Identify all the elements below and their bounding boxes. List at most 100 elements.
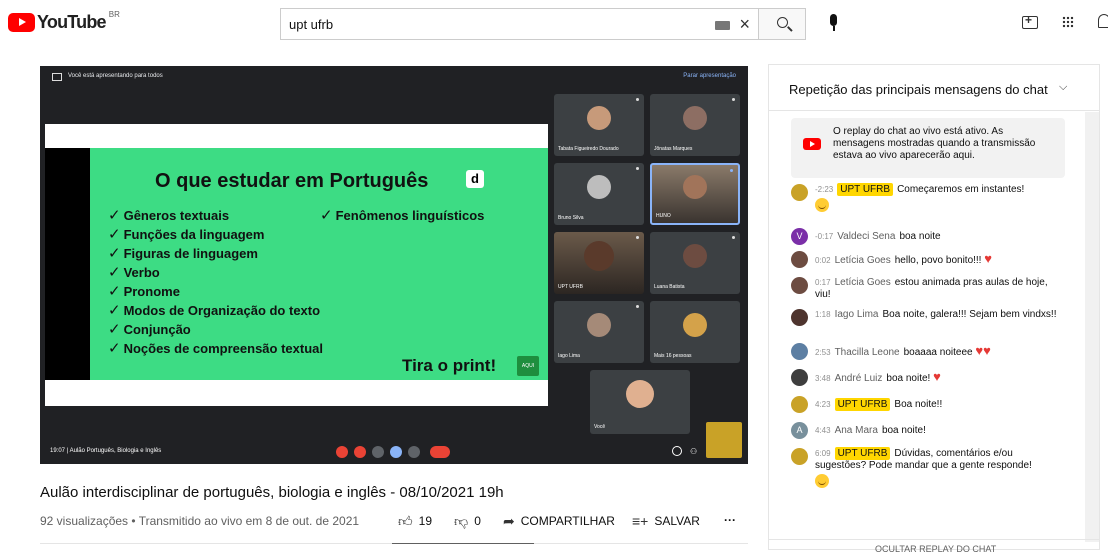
search-query[interactable]: upt ufrb — [289, 17, 333, 32]
participant-avatar — [683, 175, 707, 200]
meet-top-bar: Você está apresentando para todos Parar … — [40, 66, 748, 88]
tile-menu-icon — [636, 98, 639, 101]
slide-d-badge: d — [466, 170, 484, 188]
slide-corner-badge: AQUI — [517, 356, 539, 376]
slide-topic: ✓ Pronome — [108, 283, 180, 300]
message-timestamp: 4:43 — [815, 426, 831, 435]
participant-avatar — [587, 312, 611, 337]
participant-avatar — [584, 240, 614, 271]
tile-menu-icon — [636, 305, 639, 308]
chat-message: 6:09 UPT UFRB Dúvidas, comentários e/ou su… — [791, 447, 1063, 488]
participant-name: UPT UFRB — [558, 284, 583, 290]
chat-message: 0:02 Letícia Goes hello, povo bonito!!! ♥ — [791, 251, 1063, 268]
message-timestamp: 3:48 — [815, 374, 831, 383]
participant-avatar — [683, 105, 707, 130]
apps-icon[interactable] — [1062, 16, 1074, 28]
thumbs-down-icon: 👎︎ — [454, 513, 469, 529]
search-icon — [777, 17, 788, 28]
mic-icon — [830, 14, 837, 26]
chat-header[interactable]: Repetição das principais mensagens do ch… — [769, 65, 1099, 111]
participant-name: Tabata Figueiredo Dourado — [558, 146, 619, 152]
participant-name: HUNO — [656, 213, 671, 219]
tile-menu-icon — [636, 236, 639, 239]
video-player[interactable]: Você está apresentando para todos Parar … — [40, 66, 748, 464]
video-meta: 92 visualizações • Transmitido ao vivo e… — [40, 514, 360, 528]
message-timestamp: 4:23 — [815, 400, 831, 409]
save-button[interactable]: ≡+ SALVAR — [632, 513, 700, 529]
sentiment-bar — [40, 543, 748, 544]
heart-emoji-icon: ♥ — [933, 369, 941, 384]
slide-topic: ✓ Gêneros textuais — [108, 207, 230, 224]
slide-white-band — [45, 124, 548, 148]
share-button[interactable]: ➦ COMPARTILHAR — [503, 513, 615, 530]
message-text: Boa noite, galera!!! Sejam bem vindxs!! — [882, 309, 1057, 320]
slide-title: O que estudar em Português — [155, 170, 429, 192]
slide-topic: ✓ Fenômenos linguísticos — [320, 207, 485, 224]
presentation-slide: O que estudar em Português d ✓ Gêneros te… — [90, 148, 548, 380]
presenting-text: Você está apresentando para todos — [68, 73, 163, 79]
search-button[interactable] — [758, 8, 806, 40]
hide-chat-replay-button[interactable]: OCULTAR REPLAY DO CHAT — [875, 544, 996, 554]
participant-tile-more: Mais 16 pessoas — [650, 301, 740, 363]
more-options-icon — [408, 446, 420, 458]
youtube-logo[interactable]: YouTube BR — [8, 10, 120, 33]
participant-name: Mais 16 pessoas — [654, 353, 692, 359]
country-code: BR — [108, 10, 120, 19]
dislike-button[interactable]: 👎︎ 0 — [454, 513, 481, 530]
participant-avatar — [683, 312, 707, 337]
author-avatar: A — [791, 422, 808, 439]
chat-footer: OCULTAR REPLAY DO CHAT — [769, 539, 1099, 554]
message-timestamp: 0:02 — [815, 256, 831, 265]
youtube-play-icon — [8, 13, 35, 32]
author-avatar — [791, 184, 808, 201]
more-actions-button[interactable]: ··· — [724, 513, 736, 527]
chat-mode-label[interactable]: Repetição das principais mensagens do ch… — [789, 82, 1048, 97]
search-input[interactable]: upt ufrb × — [280, 8, 758, 40]
participant-tile-speaking: HUNO — [650, 163, 740, 225]
replay-notice: O replay do chat ao vivo está ativo. As … — [791, 118, 1065, 178]
keyboard-icon[interactable] — [715, 21, 730, 30]
participant-name: Luana Batista — [654, 284, 685, 290]
author-avatar — [791, 309, 808, 326]
message-timestamp: 2:53 — [815, 348, 831, 357]
author-name: UPT UFRB — [834, 398, 891, 411]
smile-emoji-icon — [815, 198, 829, 212]
meet-bottom-bar: 19:07 | Aulão Português, Biologia e Ingl… — [40, 438, 748, 464]
chat-scrollbar[interactable] — [1085, 112, 1099, 542]
participant-avatar — [587, 105, 611, 130]
logo-wordmark: YouTube — [37, 12, 107, 32]
mic-off-icon — [336, 446, 348, 458]
chevron-down-icon[interactable]: ⌵ — [1059, 81, 1067, 94]
message-timestamp: 1:18 — [815, 310, 831, 319]
author-name: UPT UFRB — [837, 183, 894, 196]
voice-search-button[interactable] — [820, 10, 848, 38]
participant-tile: Bruno Silva — [554, 163, 644, 225]
participant-name: Bruno Silva — [558, 215, 584, 221]
create-icon[interactable] — [1022, 13, 1038, 29]
chat-replay-panel: Repetição das principais mensagens do ch… — [768, 64, 1100, 554]
chat-message: 2:53 Thacilla Leone boaaaa noiteee ♥♥ — [791, 343, 1063, 360]
message-text: boa noite! — [881, 425, 926, 436]
author-avatar — [791, 448, 808, 465]
heart-emoji-icon: ♥ — [984, 251, 992, 266]
youtube-icon — [803, 138, 821, 150]
meeting-info: 19:07 | Aulão Português, Biologia e Ingl… — [50, 448, 162, 454]
chat-message: -2:23 UPT UFRB Começaremos em instantes! — [791, 183, 1063, 212]
playlist-add-icon: ≡+ — [632, 513, 649, 529]
clear-icon[interactable]: × — [739, 14, 750, 35]
message-text: hello, povo bonito!!! — [894, 255, 982, 266]
masthead: YouTube BR upt ufrb × — [0, 0, 1108, 46]
participant-tile: UPT UFRB — [554, 232, 644, 294]
slide-topic: ✓ Funções da linguagem — [108, 226, 265, 243]
heart-emoji-icon: ♥ — [975, 343, 984, 358]
message-timestamp: 6:09 — [815, 449, 831, 458]
chat-message: 3:48 André Luiz boa noite! ♥ — [791, 369, 1063, 386]
author-name: Valdeci Sena — [837, 231, 896, 242]
notifications-icon[interactable] — [1098, 14, 1108, 28]
author-name: Iago Lima — [834, 309, 879, 320]
like-button[interactable]: 👍︎ 19 — [398, 513, 432, 530]
author-name: Letícia Goes — [834, 255, 891, 266]
video-title: Aulão interdisciplinar de português, bio… — [40, 484, 504, 501]
participant-avatar — [626, 380, 654, 409]
author-name: André Luiz — [834, 373, 883, 384]
